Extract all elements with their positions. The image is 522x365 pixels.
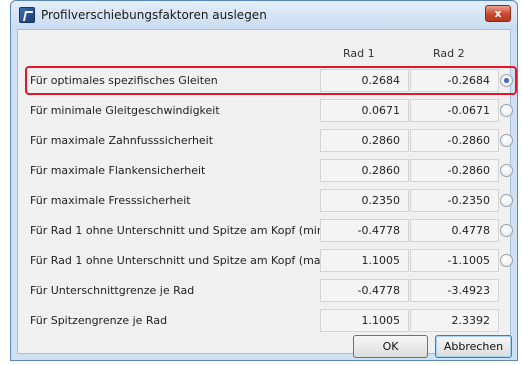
- app-icon: [19, 7, 35, 23]
- option-row-min-sliding-speed[interactable]: Für minimale Gleitgeschwindigkeit 0.0671…: [26, 96, 516, 126]
- rad2-value: -0.2860: [410, 129, 499, 152]
- rad1-value: 0.0671: [320, 99, 409, 122]
- dialog-window: Profilverschiebungsfaktoren auslegen x R…: [10, 0, 518, 361]
- row-label: Für Rad 1 ohne Unterschnitt und Spitze a…: [30, 254, 332, 267]
- row-label: Für maximale Zahnfusssicherheit: [30, 134, 214, 147]
- radio-button[interactable]: [500, 164, 513, 177]
- row-label: Für optimales spezifisches Gleiten: [30, 74, 218, 87]
- column-header-rad2: Rad 2: [433, 47, 465, 60]
- rad1-value: 0.2860: [320, 159, 409, 182]
- row-label: Für minimale Gleitgeschwindigkeit: [30, 104, 220, 117]
- rad2-value: -0.0671: [410, 99, 499, 122]
- rad2-value: -0.2860: [410, 159, 499, 182]
- info-row-tip-limit: Für Spitzengrenze je Rad 1.1005 2.3392: [26, 306, 516, 336]
- close-button[interactable]: x: [485, 5, 511, 22]
- option-row-rad1-min[interactable]: Für Rad 1 ohne Unterschnitt und Spitze a…: [26, 216, 516, 246]
- row-label: Für maximale Fresssicherheit: [30, 194, 191, 207]
- cancel-button[interactable]: Abbrechen: [435, 335, 512, 358]
- option-row-max-scuffing-safety[interactable]: Für maximale Fresssicherheit 0.2350 -0.2…: [26, 186, 516, 216]
- rad1-value: 1.1005: [320, 309, 409, 332]
- option-row-max-root-safety[interactable]: Für maximale Zahnfusssicherheit 0.2860 -…: [26, 126, 516, 156]
- radio-button[interactable]: [500, 134, 513, 147]
- rad1-value: 0.2684: [320, 69, 409, 92]
- radio-button-selected[interactable]: [500, 74, 513, 87]
- rad2-value: 0.4778: [410, 219, 499, 242]
- radio-button[interactable]: [500, 254, 513, 267]
- rad1-value: 0.2350: [320, 189, 409, 212]
- radio-button[interactable]: [500, 194, 513, 207]
- row-label: Für Rad 1 ohne Unterschnitt und Spitze a…: [30, 224, 329, 237]
- rad1-value: -0.4778: [320, 279, 409, 302]
- radio-button[interactable]: [500, 224, 513, 237]
- option-row-max-flank-safety[interactable]: Für maximale Flankensicherheit 0.2860 -0…: [26, 156, 516, 186]
- ok-button[interactable]: OK: [353, 335, 428, 358]
- row-label: Für maximale Flankensicherheit: [30, 164, 206, 177]
- window-title: Profilverschiebungsfaktoren auslegen: [41, 8, 267, 22]
- row-label: Für Spitzengrenze je Rad: [30, 314, 168, 327]
- rad2-value: -3.4923: [410, 279, 499, 302]
- title-bar[interactable]: Profilverschiebungsfaktoren auslegen x: [11, 1, 517, 29]
- radio-button[interactable]: [500, 104, 513, 117]
- rad2-value: -0.2350: [410, 189, 499, 212]
- row-label: Für Unterschnittgrenze je Rad: [30, 284, 195, 297]
- rad1-value: 1.1005: [320, 249, 409, 272]
- info-row-undercut-limit: Für Unterschnittgrenze je Rad -0.4778 -3…: [26, 276, 516, 306]
- rad2-value: -1.1005: [410, 249, 499, 272]
- rad2-value: 2.3392: [410, 309, 499, 332]
- rad1-value: 0.2860: [320, 129, 409, 152]
- rad2-value: -0.2684: [410, 69, 499, 92]
- dialog-body: Rad 1 Rad 2 Für optimales spezifisches G…: [17, 29, 517, 358]
- option-row-rad1-max[interactable]: Für Rad 1 ohne Unterschnitt und Spitze a…: [26, 246, 516, 276]
- column-header-rad1: Rad 1: [343, 47, 375, 60]
- rad1-value: -0.4778: [320, 219, 409, 242]
- option-row-optimal-sliding[interactable]: Für optimales spezifisches Gleiten 0.268…: [26, 66, 516, 96]
